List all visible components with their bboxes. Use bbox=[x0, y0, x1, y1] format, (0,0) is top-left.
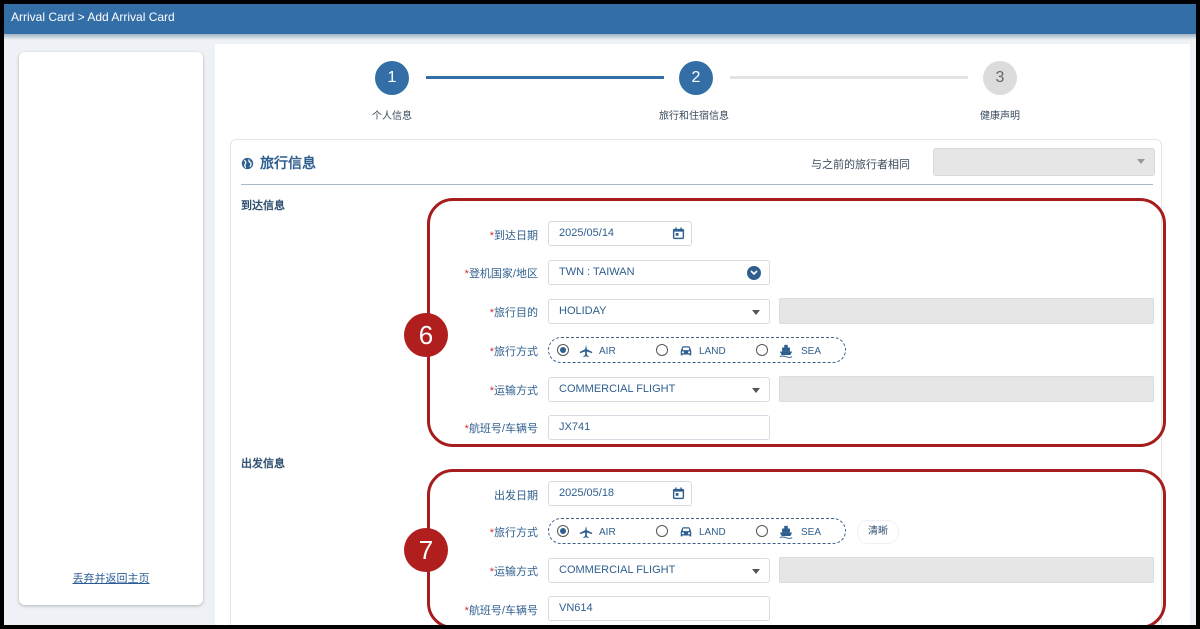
sidebar: 丢弃并返回主页 bbox=[19, 52, 203, 605]
step-1-label: 个人信息 bbox=[372, 111, 412, 122]
step-1-number: 1 bbox=[387, 69, 397, 86]
arrival-heading: 到达信息 bbox=[241, 200, 285, 212]
breadcrumb[interactable]: Arrival Card > Add Arrival Card bbox=[11, 10, 175, 24]
app-frame: Arrival Card > Add Arrival Card 丢弃并返回主页 … bbox=[4, 4, 1196, 625]
globe-icon bbox=[241, 157, 254, 169]
travel-info-title-text: 旅行信息 bbox=[260, 155, 316, 171]
annotation-badge-arrival: 6 bbox=[404, 313, 448, 357]
step-line-1-2 bbox=[426, 76, 664, 79]
step-1-circle[interactable]: 1 bbox=[375, 61, 409, 95]
step-2-label: 旅行和住宿信息 bbox=[659, 111, 729, 122]
step-2-circle[interactable]: 2 bbox=[679, 61, 713, 95]
top-bar-shadow bbox=[4, 34, 1196, 40]
step-3-circle[interactable]: 3 bbox=[983, 61, 1017, 95]
same-as-previous-label: 与之前的旅行者相同 bbox=[811, 159, 910, 171]
departure-heading: 出发信息 bbox=[241, 458, 285, 470]
annotation-box-departure bbox=[427, 469, 1166, 625]
annotation-badge-departure: 7 bbox=[404, 528, 448, 572]
travel-info-title: 旅行信息 bbox=[241, 153, 316, 173]
step-3-number: 3 bbox=[995, 69, 1005, 86]
annotation-box-arrival bbox=[427, 198, 1166, 447]
step-2-number: 2 bbox=[691, 69, 701, 86]
top-bar: Arrival Card > Add Arrival Card bbox=[4, 4, 1196, 34]
chevron-down-icon bbox=[1137, 159, 1145, 164]
section-divider bbox=[241, 184, 1153, 185]
step-line-2-3 bbox=[730, 76, 968, 79]
same-as-previous-select[interactable] bbox=[933, 148, 1155, 176]
abandon-return-home-link[interactable]: 丢弃并返回主页 bbox=[19, 570, 203, 586]
step-3-label: 健康声明 bbox=[980, 111, 1020, 122]
